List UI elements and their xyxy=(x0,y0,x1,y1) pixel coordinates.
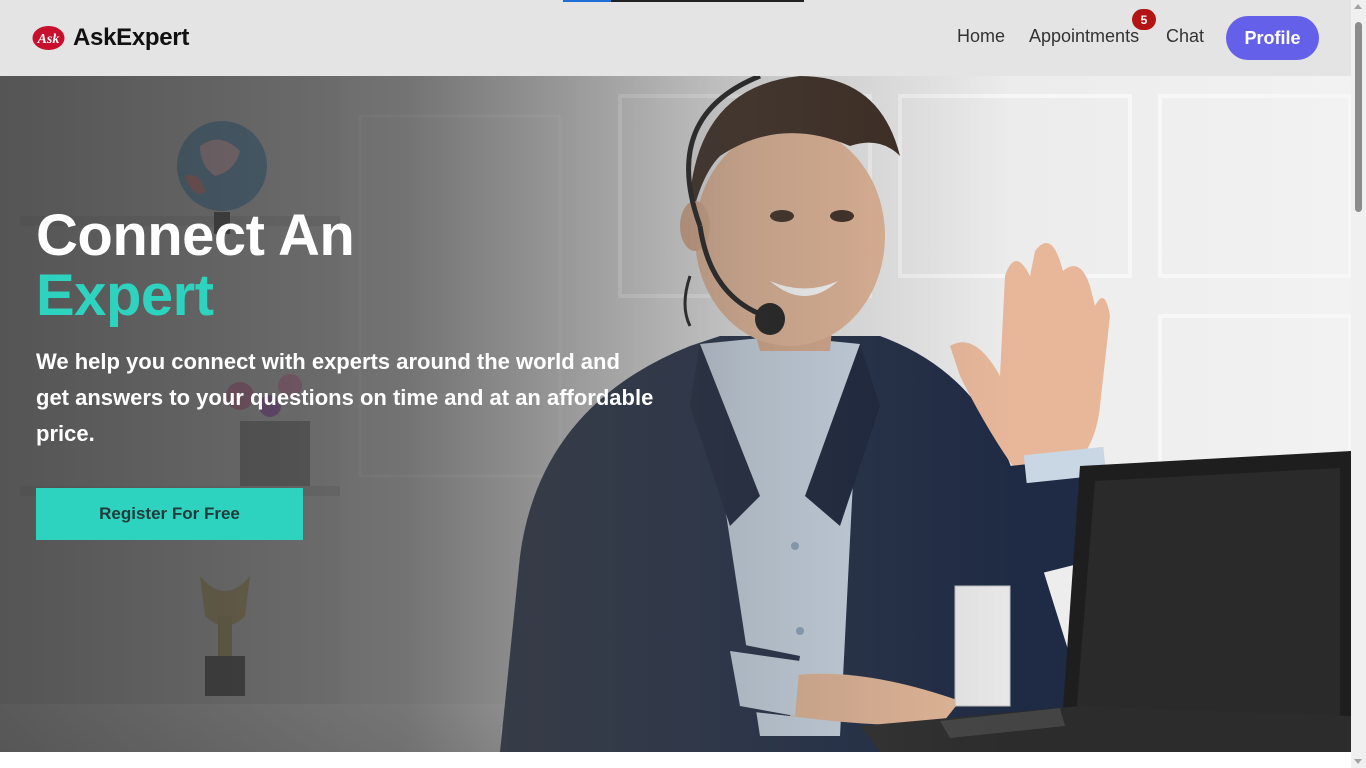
navbar: Ask AskExpert Home Appointments 5 Chat P… xyxy=(0,0,1351,76)
scrollbar-thumb[interactable] xyxy=(1355,22,1362,212)
hero-section: Connect An Expert We help you connect wi… xyxy=(0,76,1351,752)
nav-appointments[interactable]: Appointments xyxy=(1029,26,1139,47)
profile-button[interactable]: Profile xyxy=(1226,16,1319,60)
ask-logo-icon: Ask xyxy=(32,26,65,50)
brand-logo-link[interactable]: Ask AskExpert xyxy=(32,24,189,52)
page-load-progress xyxy=(563,0,804,2)
brand-name: AskExpert xyxy=(73,24,190,51)
hero-title-line1: Connect An xyxy=(36,203,355,268)
page-below-hero xyxy=(0,752,1351,768)
appointments-count-badge: 5 xyxy=(1132,9,1156,30)
logo-text: Ask xyxy=(37,32,60,47)
scroll-up-arrow-icon[interactable] xyxy=(1354,4,1362,9)
scroll-down-arrow-icon[interactable] xyxy=(1354,759,1362,764)
nav-home[interactable]: Home xyxy=(957,26,1005,47)
hero-title: Connect An Expert xyxy=(36,203,355,328)
hero-title-accent: Expert xyxy=(36,263,214,328)
register-for-free-button[interactable]: Register For Free xyxy=(36,488,303,540)
hero-subtitle: We help you connect with experts around … xyxy=(36,349,654,446)
page-scrollbar[interactable] xyxy=(1351,0,1366,768)
nav-chat[interactable]: Chat xyxy=(1166,26,1204,47)
